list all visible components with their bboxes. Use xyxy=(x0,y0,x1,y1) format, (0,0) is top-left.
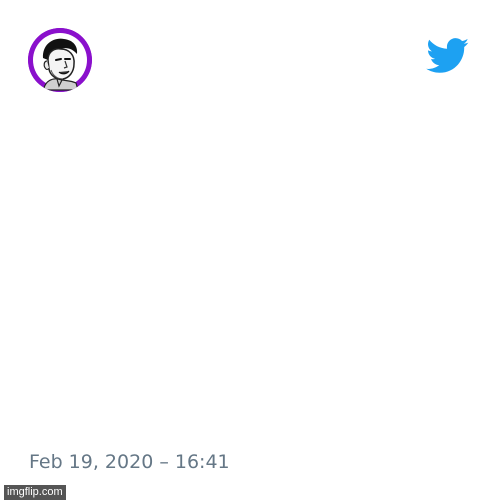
avatar[interactable] xyxy=(28,28,92,92)
tweet-timestamp: Feb 19, 2020 – 16:41 xyxy=(29,451,230,473)
twitter-bird-icon[interactable] xyxy=(426,38,470,74)
imgflip-watermark: imgflip.com xyxy=(4,485,66,500)
profile-photo-icon xyxy=(28,28,92,92)
